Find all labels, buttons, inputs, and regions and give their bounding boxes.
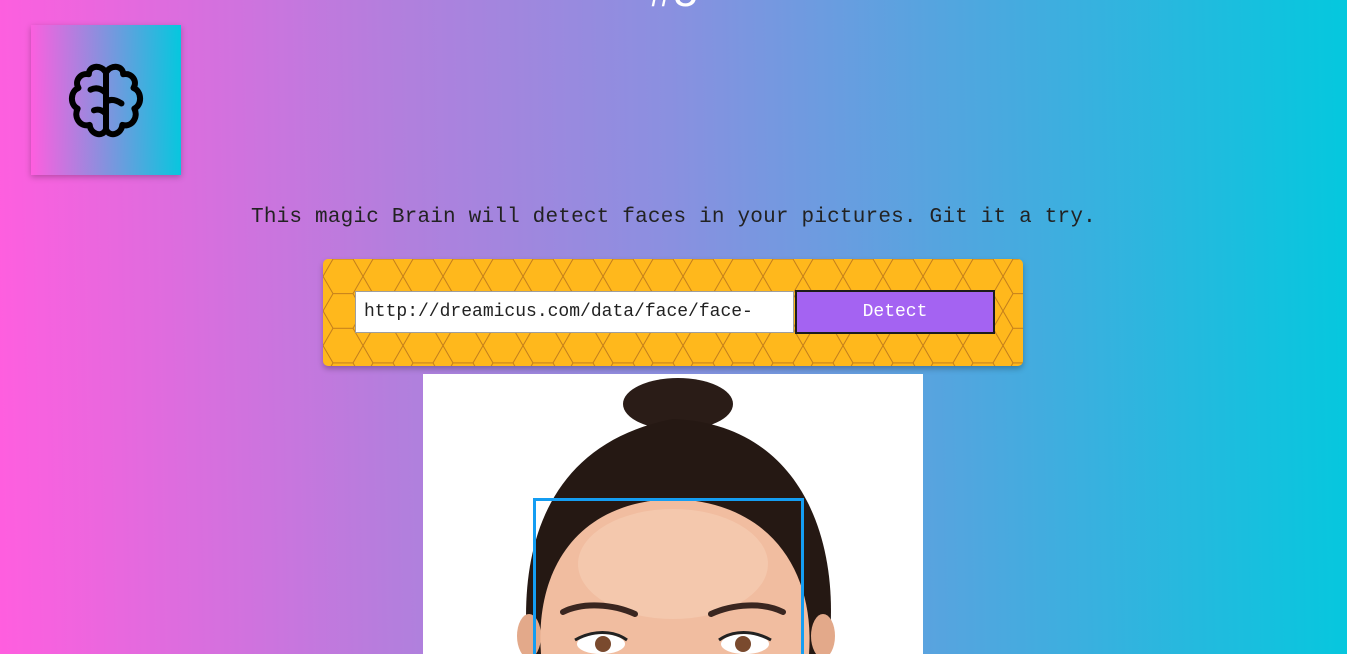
image-url-form: Detect bbox=[323, 259, 1023, 366]
tagline: This magic Brain will detect faces in yo… bbox=[251, 206, 1096, 229]
detect-button[interactable]: Detect bbox=[795, 290, 995, 334]
brain-icon bbox=[68, 63, 144, 138]
entry-rank: #5 bbox=[0, 0, 1347, 14]
image-url-input[interactable] bbox=[355, 291, 794, 333]
face-bounding-box bbox=[533, 498, 804, 654]
logo-tile[interactable] bbox=[31, 25, 181, 175]
